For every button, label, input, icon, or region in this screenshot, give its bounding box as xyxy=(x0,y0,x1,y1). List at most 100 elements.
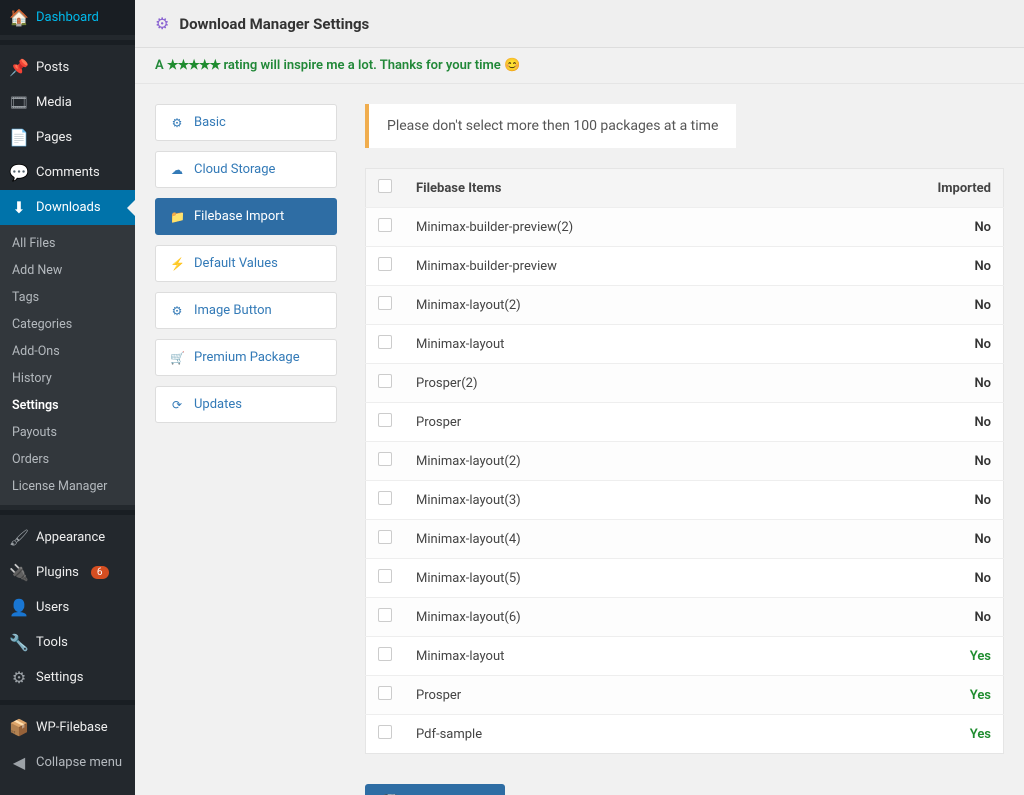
tab-cloud-storage[interactable]: ☁ Cloud Storage xyxy=(155,151,337,188)
sidebar-sub-add-new[interactable]: Add New xyxy=(0,257,135,284)
row-checkbox[interactable] xyxy=(378,647,392,661)
settings-tabs: ⚙ Basic ☁ Cloud Storage 📁 Filebase Impor… xyxy=(155,104,337,775)
table-header-row: Filebase Items Imported xyxy=(366,169,1004,208)
admin-sidebar: 🏠 Dashboard 📌 Posts 🎞 Media 📄 Pages 💬 Co… xyxy=(0,0,135,795)
tab-filebase-import[interactable]: 📁 Filebase Import xyxy=(155,198,337,235)
sidebar-sub-addons[interactable]: Add-Ons xyxy=(0,338,135,365)
tab-label: Filebase Import xyxy=(194,209,284,224)
imported-status: No xyxy=(924,559,1004,598)
bolt-icon: ⚡ xyxy=(170,257,184,271)
sidebar-item-posts[interactable]: 📌 Posts xyxy=(0,50,135,85)
imported-status: No xyxy=(924,364,1004,403)
column-header-items: Filebase Items xyxy=(404,169,924,208)
page-icon: 📄 xyxy=(10,128,28,147)
media-icon: 🎞 xyxy=(10,93,28,112)
column-header-imported: Imported xyxy=(924,169,1004,208)
sidebar-item-pages[interactable]: 📄 Pages xyxy=(0,120,135,155)
tab-label: Default Values xyxy=(194,256,278,271)
table-row: Minimax-layout(6)No xyxy=(366,598,1004,637)
row-checkbox[interactable] xyxy=(378,218,392,232)
sidebar-item-wp-filebase[interactable]: 📦 WP-Filebase xyxy=(0,710,135,745)
tab-label: Premium Package xyxy=(194,350,300,365)
row-checkbox[interactable] xyxy=(378,530,392,544)
sidebar-item-label: Settings xyxy=(36,670,83,685)
sidebar-sub-categories[interactable]: Categories xyxy=(0,311,135,338)
sidebar-item-settings[interactable]: ⚙ Settings xyxy=(0,660,135,695)
refresh-icon: ⟳ xyxy=(170,398,184,412)
filebase-item-name: Prosper(2) xyxy=(404,364,924,403)
sidebar-sub-all-files[interactable]: All Files xyxy=(0,230,135,257)
sidebar-item-label: Posts xyxy=(36,60,69,75)
sidebar-sub-settings[interactable]: Settings xyxy=(0,392,135,419)
table-row: Minimax-layout(4)No xyxy=(366,520,1004,559)
pin-icon: 📌 xyxy=(10,58,28,77)
tab-image-button[interactable]: ⚙ Image Button xyxy=(155,292,337,329)
imported-status: Yes xyxy=(924,676,1004,715)
row-checkbox[interactable] xyxy=(378,413,392,427)
tab-default-values[interactable]: ⚡ Default Values xyxy=(155,245,337,282)
row-checkbox[interactable] xyxy=(378,335,392,349)
filebase-item-name: Prosper xyxy=(404,403,924,442)
tab-label: Updates xyxy=(194,397,242,412)
cart-icon: 🛒 xyxy=(170,351,184,365)
filebase-item-name: Pdf-sample xyxy=(404,715,924,754)
collapse-menu[interactable]: ◀ Collapse menu xyxy=(0,745,135,780)
sidebar-item-users[interactable]: 👤 Users xyxy=(0,590,135,625)
sidebar-item-label: Tools xyxy=(36,635,68,650)
row-checkbox[interactable] xyxy=(378,491,392,505)
row-checkbox[interactable] xyxy=(378,296,392,310)
row-checkbox[interactable] xyxy=(378,725,392,739)
row-checkbox[interactable] xyxy=(378,686,392,700)
select-all-checkbox[interactable] xyxy=(378,179,392,193)
collapse-icon: ◀ xyxy=(10,753,28,772)
row-checkbox[interactable] xyxy=(378,374,392,388)
sidebar-sub-payouts[interactable]: Payouts xyxy=(0,419,135,446)
tab-basic[interactable]: ⚙ Basic xyxy=(155,104,337,141)
page-title: Download Manager Settings xyxy=(179,15,369,33)
sidebar-item-tools[interactable]: 🔧 Tools xyxy=(0,625,135,660)
imported-status: No xyxy=(924,442,1004,481)
sidebar-item-comments[interactable]: 💬 Comments xyxy=(0,155,135,190)
sidebar-item-label: Media xyxy=(36,95,72,110)
sidebar-item-plugins[interactable]: 🔌 Plugins 6 xyxy=(0,555,135,590)
star-icon[interactable]: ★★★★★ xyxy=(167,58,220,73)
sidebar-item-label: Pages xyxy=(36,130,72,145)
row-checkbox[interactable] xyxy=(378,452,392,466)
sidebar-item-dashboard[interactable]: 🏠 Dashboard xyxy=(0,0,135,35)
page-header: ⚙ Download Manager Settings xyxy=(135,0,1024,48)
tab-premium-package[interactable]: 🛒 Premium Package xyxy=(155,339,337,376)
row-checkbox[interactable] xyxy=(378,608,392,622)
separator xyxy=(0,510,135,515)
sidebar-item-downloads[interactable]: ⬇ Downloads xyxy=(0,190,135,225)
table-row: Minimax-layout(5)No xyxy=(366,559,1004,598)
sidebar-item-appearance[interactable]: 🖌 Appearance xyxy=(0,520,135,555)
sidebar-item-media[interactable]: 🎞 Media xyxy=(0,85,135,120)
table-row: Minimax-layout(2)No xyxy=(366,286,1004,325)
filebase-item-name: Minimax-layout(2) xyxy=(404,442,924,481)
rating-prefix: A xyxy=(155,58,164,73)
tab-updates[interactable]: ⟳ Updates xyxy=(155,386,337,423)
plugin-update-badge: 6 xyxy=(91,566,109,579)
save-button[interactable]: 💾 Save Settings xyxy=(365,784,505,795)
settings-panel: Please don't select more then 100 packag… xyxy=(365,104,1004,775)
filebase-item-name: Minimax-layout(5) xyxy=(404,559,924,598)
brush-icon: 🖌 xyxy=(10,528,28,547)
alert-text: Please don't select more then 100 packag… xyxy=(387,118,718,134)
table-row: Minimax-builder-previewNo xyxy=(366,247,1004,286)
sidebar-sub-orders[interactable]: Orders xyxy=(0,446,135,473)
separator xyxy=(0,700,135,705)
row-checkbox[interactable] xyxy=(378,257,392,271)
plugin-icon: 🔌 xyxy=(10,563,28,582)
save-row: 💾 Save Settings xyxy=(365,754,1004,795)
table-row: Prosper(2)No xyxy=(366,364,1004,403)
sidebar-sub-license-manager[interactable]: License Manager xyxy=(0,473,135,500)
sidebar-sub-tags[interactable]: Tags xyxy=(0,284,135,311)
imported-status: No xyxy=(924,598,1004,637)
row-checkbox[interactable] xyxy=(378,569,392,583)
sidebar-item-label: Plugins xyxy=(36,565,79,580)
table-row: ProsperNo xyxy=(366,403,1004,442)
sidebar-sub-history[interactable]: History xyxy=(0,365,135,392)
sidebar-item-label: Dashboard xyxy=(36,10,99,25)
folder-icon: 📁 xyxy=(170,210,184,224)
sidebar-item-label: Appearance xyxy=(36,530,105,545)
